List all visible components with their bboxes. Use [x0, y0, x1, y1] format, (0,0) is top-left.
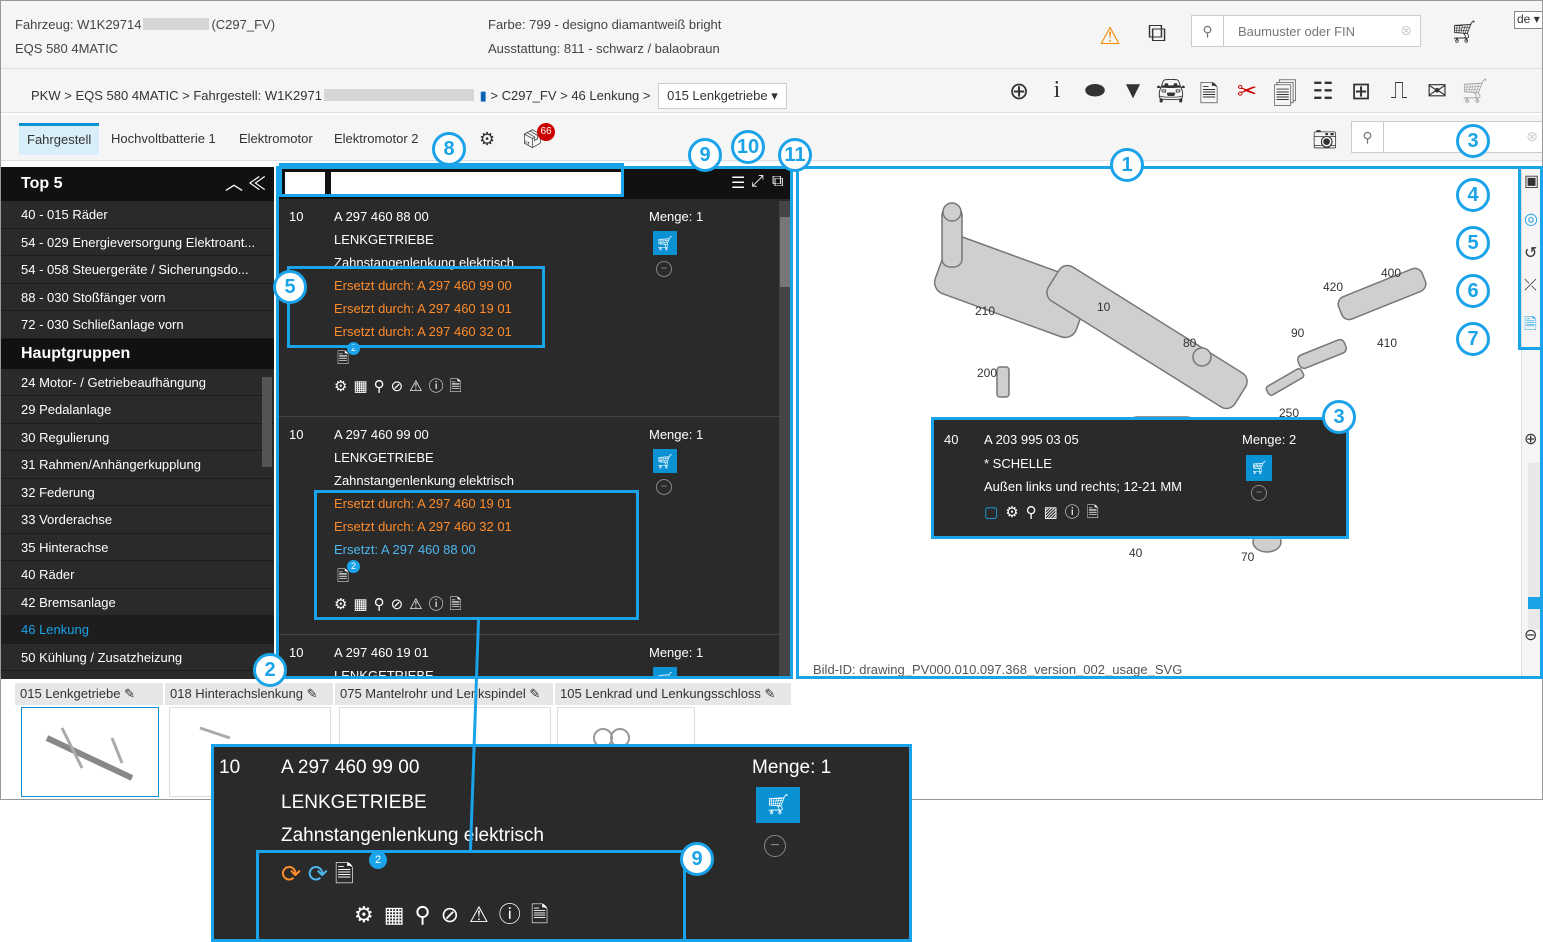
dashboard-icon[interactable]: ⎍	[1381, 77, 1417, 105]
highlight-zoom-icons	[256, 850, 686, 942]
document-icon[interactable]: 🗎	[1191, 77, 1227, 118]
mail-icon[interactable]: ✉	[1419, 77, 1455, 106]
tab-fahrgestell[interactable]: Fahrgestell	[19, 123, 100, 155]
marker-11: 11	[778, 138, 812, 172]
group-item-selected[interactable]: 46 Lenkung	[1, 616, 274, 644]
hierarchy-icon[interactable]: ⊞	[1343, 77, 1379, 106]
structure-icon[interactable]: ☷	[1305, 77, 1341, 106]
collapse-icon[interactable]: ︿ ≪	[225, 167, 266, 201]
chassis-copy-icon[interactable]: ▮	[476, 88, 487, 103]
vehicle-id: Fahrzeug: W1K29714 (C297_FV)	[15, 17, 276, 32]
crumb-group[interactable]: 46 Lenkung	[571, 88, 639, 103]
zoom-pos: 10	[219, 757, 241, 778]
copy-icon[interactable]: ⧉	[1139, 15, 1175, 51]
crumb-model[interactable]: EQS 580 4MATIC	[75, 88, 178, 103]
marker-3b: 3	[1322, 400, 1356, 434]
new-tools-icon[interactable]: ✂	[1229, 77, 1265, 106]
wis-icon[interactable]: 🗐	[1267, 77, 1303, 118]
group-item[interactable]: 30 Regulierung	[1, 424, 274, 451]
clear-icon[interactable]: ⊗	[1526, 128, 1538, 145]
breadcrumb: PKW > EQS 580 4MATIC > Fahrgestell: W1K2…	[31, 83, 787, 109]
highlight-toolbar	[1518, 166, 1543, 350]
zoom-number: A 297 460 99 00	[281, 757, 420, 778]
toggle-icon[interactable]: ⬬	[1077, 77, 1113, 105]
marker-9: 9	[688, 138, 722, 172]
crumb-chassis[interactable]: Fahrgestell: W1K2971	[193, 88, 322, 103]
top5-item[interactable]: 54 - 029 Energieversorgung Elektroant...	[1, 229, 274, 256]
add-to-cart-button[interactable]: 🛒︎	[756, 787, 800, 823]
vehicle-model: EQS 580 4MATIC	[15, 41, 119, 56]
cart-disabled-icon: 🛒︎	[1459, 78, 1491, 105]
highlight-tooltip	[931, 417, 1349, 539]
top5-item[interactable]: 40 - 015 Räder	[1, 201, 274, 229]
zoom-name: LENKGETRIEBE	[281, 792, 427, 813]
highlight-replacements-2	[314, 490, 639, 620]
group-item[interactable]: 40 Räder	[1, 561, 274, 589]
top5-item[interactable]: 88 - 030 Stoßfänger vorn	[1, 284, 274, 311]
tab-hochvoltbatterie[interactable]: Hochvoltbatterie 1	[111, 123, 216, 155]
group-item[interactable]: 32 Federung	[1, 479, 274, 506]
group-sidebar: Top 5 ︿ ≪ 40 - 015 Räder 54 - 029 Energie…	[1, 167, 274, 679]
thumb-label[interactable]: 018 Hinterachslenkung ✎	[165, 683, 333, 705]
package-badge: 66	[537, 123, 555, 141]
vehicle-header: Fahrzeug: W1K29714 (C297_FV) EQS 580 4MAT…	[1, 1, 1542, 69]
top5-item[interactable]: 72 - 030 Schließanlage vorn	[1, 311, 274, 339]
vehicle-color: Farbe: 799 - designo diamantweiß bright	[488, 17, 722, 32]
remove-icon[interactable]: −	[764, 835, 786, 857]
language-select[interactable]: de ▾	[1514, 11, 1542, 29]
camera-icon[interactable]: 📷︎	[1309, 123, 1341, 155]
marker-2: 2	[253, 653, 287, 687]
vehicle-data-icon[interactable]: 🚘︎	[1153, 77, 1189, 106]
group-item[interactable]: 24 Motor- / Getriebeaufhängung	[1, 369, 274, 396]
top5-header: Top 5 ︿ ≪	[1, 167, 274, 201]
breadcrumb-bar: PKW > EQS 580 4MATIC > Fahrgestell: W1K2…	[1, 69, 1542, 113]
marker-4: 4	[1456, 178, 1490, 212]
group-item[interactable]: 29 Pedalanlage	[1, 396, 274, 424]
vehicle-equipment: Ausstattung: 811 - schwarz / balaobraun	[488, 41, 720, 56]
marker-10: 10	[731, 130, 765, 164]
warning-icon[interactable]: ⚠	[1095, 21, 1125, 51]
top5-item[interactable]: 54 - 058 Steuergeräte / Sicherungsdo...	[1, 256, 274, 284]
crumb-pkw[interactable]: PKW	[31, 88, 61, 103]
tab-elektromotor-2[interactable]: Elektromotor 2	[334, 123, 419, 155]
highlight-filter	[279, 163, 624, 197]
thumb-label[interactable]: 105 Lenkrad und Lenkungsschloss ✎	[555, 683, 791, 705]
drawing-search[interactable]: ⚲ ⊗	[1351, 121, 1542, 153]
marker-3: 3	[1456, 124, 1490, 158]
marker-8: 8	[432, 132, 466, 166]
group-item[interactable]: 50 Kühlung / Zusatzheizung	[1, 644, 274, 671]
sidebar-scrollbar[interactable]	[262, 377, 272, 467]
zoom-quantity: Menge: 1	[752, 757, 832, 778]
marker-7: 7	[1456, 322, 1490, 356]
group-item[interactable]: 42 Bremsanlage	[1, 589, 274, 616]
main-groups-header: Hauptgruppen	[1, 338, 274, 369]
group-item[interactable]: 33 Vorderachse	[1, 506, 274, 534]
tab-elektromotor[interactable]: Elektromotor	[239, 123, 313, 155]
crumb-c297[interactable]: C297_FV	[502, 88, 557, 103]
tools-icon[interactable]: ⚙	[479, 123, 495, 155]
vin-search[interactable]: ⚲ Baumuster oder FIN ⊗	[1191, 15, 1421, 47]
marker-9b: 9	[680, 842, 714, 876]
marker-6: 6	[1456, 274, 1490, 308]
thumbnail-selected[interactable]	[21, 707, 159, 797]
marker-1: 1	[1110, 148, 1144, 182]
info-icon[interactable]: i	[1039, 77, 1075, 104]
group-item[interactable]: 31 Rahmen/Anhängerkupplung	[1, 451, 274, 479]
vin-search-placeholder: Baumuster oder FIN	[1238, 24, 1356, 39]
thumb-label[interactable]: 015 Lenkgetriebe ✎	[15, 683, 163, 705]
thumb-label[interactable]: 075 Mantelrohr und Lenkspindel ✎	[335, 683, 553, 705]
zoom-in-icon[interactable]: ⊕	[1001, 77, 1037, 106]
clear-icon[interactable]: ⊗	[1400, 22, 1412, 39]
zoom-desc: Zahnstangenlenkung elektrisch	[281, 825, 545, 846]
search-icon: ⚲	[1352, 122, 1384, 152]
assembly-tabs: Fahrgestell Hochvoltbatterie 1 Elektromo…	[1, 115, 1542, 161]
marker-5: 5	[1456, 226, 1490, 260]
shopping-cart-icon[interactable]: 🛒︎	[1449, 17, 1479, 47]
filter-icon[interactable]: ▼	[1115, 77, 1151, 105]
marker-5b: 5	[273, 270, 307, 304]
group-item[interactable]: 35 Hinterachse	[1, 534, 274, 561]
search-icon: ⚲	[1192, 16, 1224, 46]
subgroup-dropdown[interactable]: 015 Lenkgetriebe ▾	[658, 83, 787, 109]
highlight-replacements	[287, 266, 545, 348]
